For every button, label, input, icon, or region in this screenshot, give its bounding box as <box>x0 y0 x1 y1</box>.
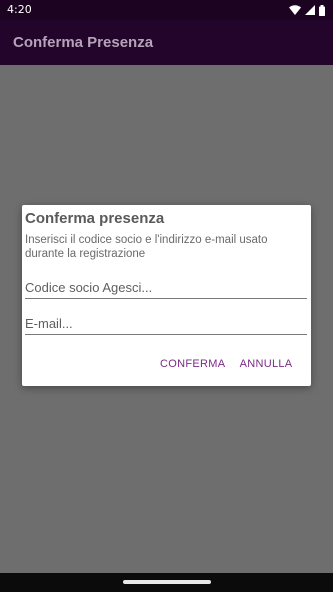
dialog-message: Inserisci il codice socio e l'indirizzo … <box>25 234 268 260</box>
signal-icon <box>305 5 315 15</box>
app-bar: Conferma Presenza <box>0 20 333 65</box>
confirm-presence-dialog: Conferma presenza Inserisci il codice so… <box>22 205 311 386</box>
status-time: 4:20 <box>7 3 32 16</box>
email-field[interactable] <box>25 312 307 335</box>
app-title: Conferma Presenza <box>13 34 154 51</box>
dialog-title: Conferma presenza <box>25 210 165 227</box>
codice-socio-field[interactable] <box>25 276 307 299</box>
status-bar: 4:20 <box>0 0 333 20</box>
status-icons <box>289 4 325 16</box>
wifi-icon <box>289 5 301 15</box>
navigation-bar <box>0 573 333 592</box>
conferma-button[interactable]: CONFERMA <box>160 354 225 374</box>
battery-icon <box>319 4 325 16</box>
annulla-button[interactable]: ANNULLA <box>238 354 294 374</box>
home-handle[interactable] <box>123 580 211 584</box>
